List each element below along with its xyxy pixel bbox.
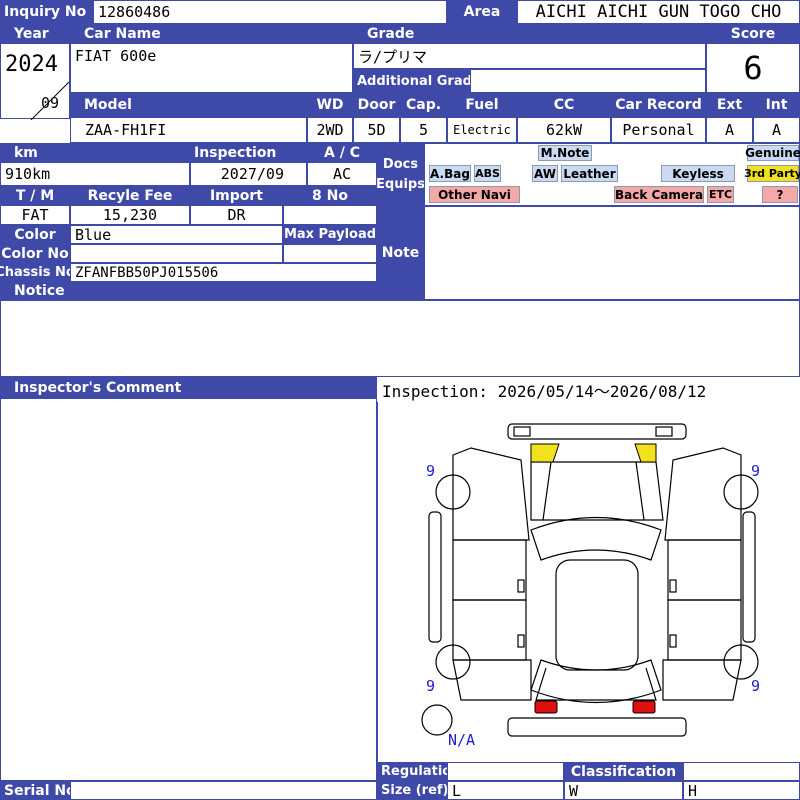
regulation-value (447, 762, 564, 781)
cc-value: 62kW (517, 117, 611, 143)
equip-etc: ETC (707, 186, 734, 203)
equip-abs: ABS (474, 165, 501, 182)
color-label: Color (0, 225, 70, 244)
wd-value: 2WD (307, 117, 353, 143)
spare-tire-status: N/A (448, 731, 476, 749)
car-diagram (377, 402, 800, 762)
ext-value: A (706, 117, 753, 143)
year-value: 2024 (5, 52, 58, 77)
equip-other-navi: Other Navi (429, 186, 520, 203)
inquiry-no-value: 12860486 (93, 0, 447, 24)
equip-3rd-party: 3rd Party (744, 165, 800, 182)
car-name-value: FIAT 600e (70, 43, 353, 93)
inspection-label: Inspection (190, 143, 307, 162)
km-value: 910km (0, 162, 190, 186)
eight-no-label: 8 No (283, 186, 377, 205)
import-label: Import (190, 186, 283, 205)
wd-label: WD (307, 93, 353, 117)
chassis-no-value: ZFANFBB50PJ015506 (70, 263, 377, 282)
score-label: Score (706, 24, 800, 43)
serial-no-value (70, 781, 377, 800)
additional-grade-value (470, 69, 706, 93)
door-value: 5D (353, 117, 400, 143)
equip-back-camera: Back Camera (614, 186, 704, 203)
ac-label: A / C (307, 143, 377, 162)
size-w: W (564, 781, 683, 800)
tm-label: T / M (0, 186, 70, 205)
recycle-fee-value: 15,230 (70, 205, 190, 225)
notice-area (0, 300, 800, 377)
month-value: 09 (41, 94, 60, 112)
area-value: AICHI AICHI GUN TOGO CHO (517, 0, 800, 24)
right-taillight-shape (632, 700, 656, 714)
car-record-label: Car Record (611, 93, 706, 117)
int-value: A (753, 117, 800, 143)
model-value: ZAA-FH1FI (70, 117, 307, 143)
note-label: Note (377, 206, 424, 300)
right-headlight-shape (634, 443, 657, 463)
tire-front-left-tread: 9 (426, 462, 436, 480)
grade-label: Grade (353, 24, 706, 43)
cc-label: CC (517, 93, 611, 117)
serial-no-label: Serial No (0, 781, 70, 800)
tire-front-right-tread: 9 (751, 462, 761, 480)
equip-aw: AW (532, 165, 558, 182)
inspection-value: 2027/09 (190, 162, 307, 186)
left-taillight-shape (534, 700, 558, 714)
color-no-label: Color No (0, 244, 70, 263)
chassis-no-label: Chassis No (0, 263, 70, 282)
color-value: Blue (70, 225, 283, 244)
cap-label: Cap. (400, 93, 447, 117)
equip-leather: Leather (561, 165, 618, 182)
size-l: L (447, 781, 564, 800)
max-payload-label: Max Payload (283, 225, 377, 244)
year-label: Year (0, 24, 70, 43)
classification-label: Classification (564, 762, 683, 781)
int-label: Int (753, 93, 800, 117)
max-payload-value (283, 244, 377, 263)
equip-genuine: Genuine (745, 145, 800, 161)
tire-rear-right-tread: 9 (751, 677, 761, 695)
year-cell: 2024 09 (0, 43, 70, 120)
ac-value: AC (307, 162, 377, 186)
equip-abag: A.Bag (429, 165, 471, 182)
recycle-fee-label: Recyle Fee (70, 186, 190, 205)
left-headlight-shape (530, 443, 560, 463)
notice-label: Notice (0, 282, 377, 300)
inspection-period: Inspection: 2026/05/14～2026/08/12 (377, 377, 800, 402)
regulation-label: Regulation (377, 762, 447, 781)
inquiry-no-label: Inquiry No (0, 0, 93, 24)
car-record-value: Personal (611, 117, 706, 143)
car-name-label: Car Name (70, 24, 353, 43)
eight-no-value (283, 205, 377, 225)
ext-label: Ext (706, 93, 753, 117)
tire-rear-left-tread: 9 (426, 677, 436, 695)
equip-m-note: M.Note (538, 145, 592, 161)
tm-value: FAT (0, 205, 70, 225)
km-label: km (0, 143, 190, 162)
import-value: DR (190, 205, 283, 225)
equip-unknown: ? (762, 186, 798, 203)
grade-value: ラ/プリマ (353, 43, 706, 69)
additional-grade-label: Additional Grade (353, 69, 470, 93)
area-label: Area (447, 0, 517, 24)
equip-keyless: Keyless (661, 165, 735, 182)
fuel-label: Fuel (447, 93, 517, 117)
docs-label: Docs (382, 156, 419, 172)
score-value: 6 (706, 43, 800, 93)
classification-value (683, 762, 800, 781)
cap-value: 5 (400, 117, 447, 143)
model-label: Model (70, 93, 307, 117)
equips-label: Equips (377, 176, 424, 192)
fuel-value: Electric (447, 117, 517, 143)
door-label: Door (353, 93, 400, 117)
color-no-value (70, 244, 283, 263)
inspector-comment-area (0, 398, 377, 781)
size-ref-label: Size (ref) (377, 781, 447, 800)
inspector-comment-label: Inspector's Comment (0, 377, 377, 398)
size-h: H (683, 781, 800, 800)
note-area (424, 206, 800, 300)
docs-equips-label: Docs Equips (377, 143, 424, 206)
